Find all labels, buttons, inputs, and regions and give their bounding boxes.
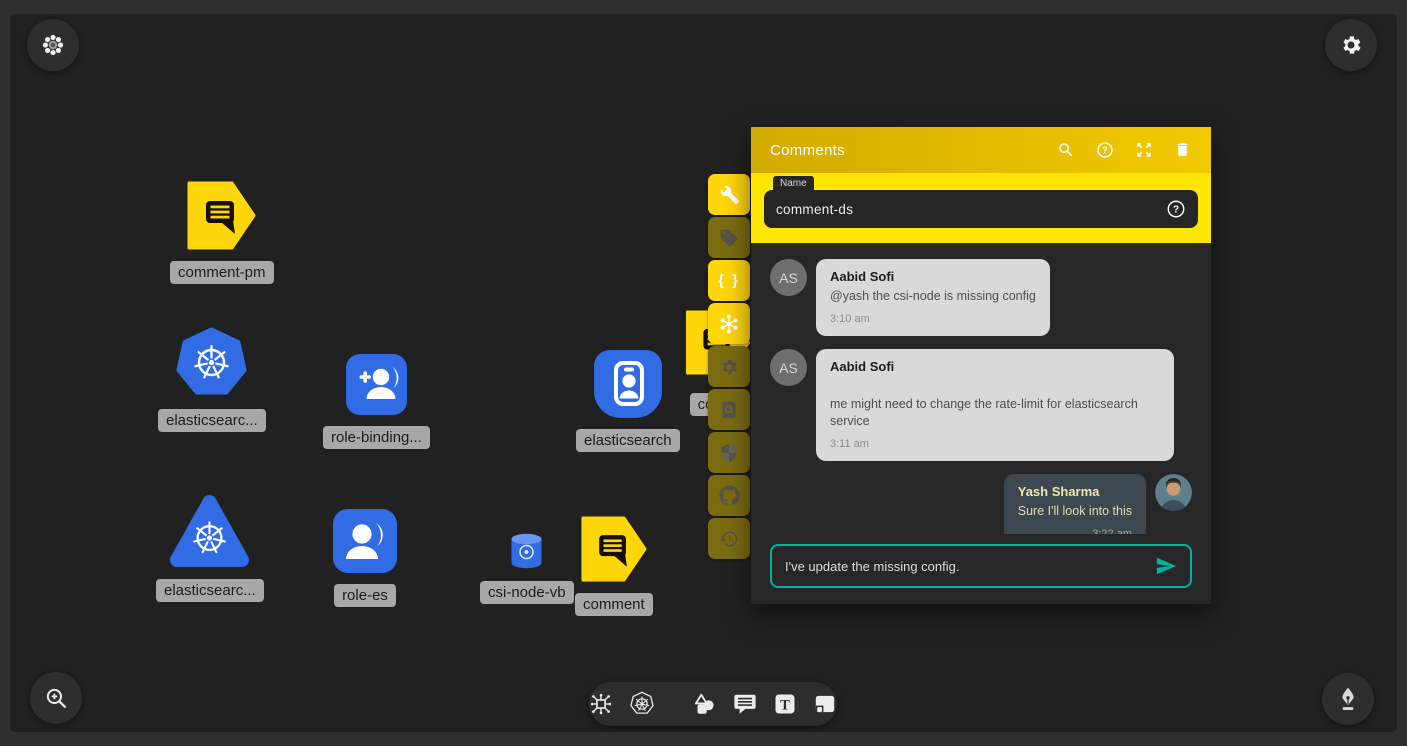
- zoom-in-button[interactable]: [30, 672, 82, 724]
- message-bubble: Aabid Sofi me might need to change the r…: [816, 349, 1174, 461]
- help-icon[interactable]: ?: [1096, 141, 1114, 159]
- shape-palette-toolbar: T: [589, 682, 837, 726]
- node-elasticsearch-pod[interactable]: elasticsearc...: [156, 491, 264, 602]
- name-field-value: comment-ds: [776, 202, 853, 217]
- node-action-toolbar: { }: [708, 174, 750, 559]
- tag-icon: [719, 228, 739, 248]
- field-help-icon[interactable]: ?: [1166, 199, 1186, 219]
- message-row-own: Yash Sharma Sure I'll look into this 3:2…: [770, 474, 1192, 534]
- name-field[interactable]: Name comment-ds ?: [764, 190, 1198, 228]
- user-photo-avatar: [1155, 474, 1192, 511]
- comments-panel: Comments ? Name comment-ds: [751, 127, 1211, 604]
- svg-text:T: T: [780, 698, 790, 714]
- tag-tool-button[interactable]: [708, 217, 750, 258]
- node-role-es[interactable]: role-es: [333, 509, 397, 607]
- image-tool-button[interactable]: [812, 691, 838, 717]
- message-time: 3:22 am: [1018, 526, 1132, 534]
- message-author: Yash Sharma: [1018, 483, 1132, 500]
- node-comment-pm[interactable]: comment-pm: [170, 181, 274, 284]
- pen-tool-button[interactable]: [1322, 673, 1374, 725]
- github-icon: [719, 485, 740, 506]
- comment-input[interactable]: I've update the missing config.: [770, 544, 1192, 588]
- message-bubble: Aabid Sofi @yash the csi-node is missing…: [816, 259, 1050, 336]
- name-field-label: Name: [773, 176, 814, 191]
- message-time: 3:11 am: [830, 436, 1160, 453]
- node-elasticsearch-deployment[interactable]: elasticsearc...: [158, 327, 266, 432]
- node-csi-node-vb[interactable]: csi-node-vb: [480, 533, 574, 604]
- text-tool-button[interactable]: T: [773, 692, 797, 716]
- avatar: AS: [770, 259, 807, 296]
- role-binding-icon: [346, 354, 407, 415]
- settings-button[interactable]: [1325, 19, 1377, 71]
- service-account-icon: [594, 350, 662, 418]
- node-label: elasticsearc...: [158, 409, 266, 432]
- node-label: role-es: [334, 584, 396, 607]
- message-author: Aabid Sofi: [830, 358, 1160, 375]
- fullscreen-icon[interactable]: [1135, 141, 1153, 159]
- design-canvas[interactable]: comment-pm elasticsearc... role-binding.…: [10, 14, 1397, 732]
- json-tool-button[interactable]: { }: [708, 260, 750, 301]
- github-tool-button[interactable]: [708, 475, 750, 516]
- doc-scan-tool-button[interactable]: [708, 389, 750, 430]
- search-icon[interactable]: [1057, 141, 1075, 159]
- meshsync-flower-button[interactable]: [27, 19, 79, 71]
- components-tool-button[interactable]: [588, 691, 614, 717]
- security-tool-button[interactable]: [708, 432, 750, 473]
- kubernetes-triangle-icon: [169, 491, 250, 570]
- message-list: AS Aabid Sofi @yash the csi-node is miss…: [751, 243, 1211, 534]
- delete-icon[interactable]: [1174, 141, 1192, 159]
- comment-input-value: I've update the missing config.: [785, 559, 959, 574]
- name-section: Name comment-ds ?: [751, 173, 1211, 243]
- svg-text:?: ?: [1102, 145, 1108, 155]
- comment-shape-icon: [187, 181, 256, 250]
- pen-nib-icon: [1335, 686, 1361, 712]
- storage-cylinder-icon: [510, 533, 543, 569]
- wrench-icon: [719, 184, 740, 205]
- panel-title: Comments: [770, 142, 845, 159]
- message-bubble: Yash Sharma Sure I'll look into this 3:2…: [1004, 474, 1146, 534]
- kubernetes-tool-button[interactable]: [629, 691, 655, 717]
- node-label: csi-node-vb: [480, 581, 574, 604]
- node-label: comment: [575, 593, 653, 616]
- shield-icon: [719, 443, 739, 463]
- comments-panel-header[interactable]: Comments ?: [751, 127, 1211, 173]
- node-label: comment-pm: [170, 261, 274, 284]
- node-comment[interactable]: comment: [575, 516, 653, 616]
- history-icon: [719, 529, 739, 549]
- node-label: elasticsearc...: [156, 579, 264, 602]
- comment-shape-icon: [581, 516, 647, 582]
- history-tool-button[interactable]: [708, 518, 750, 559]
- zoom-in-icon: [44, 686, 69, 711]
- comment-tool-button[interactable]: [732, 691, 758, 717]
- braces-icon: { }: [718, 272, 740, 289]
- message-text: me might need to change the rate-limit f…: [830, 396, 1160, 430]
- flower-icon: [40, 32, 66, 58]
- message-author: Aabid Sofi: [830, 268, 1036, 285]
- gear-icon: [1339, 33, 1363, 57]
- role-icon: [333, 509, 397, 573]
- mesh-hub-tool-button[interactable]: [708, 303, 750, 344]
- message-text: @yash the csi-node is missing config: [830, 288, 1036, 305]
- settings-tool-button[interactable]: [708, 346, 750, 387]
- comment-input-row: I've update the missing config.: [751, 534, 1211, 604]
- shapes-tool-button[interactable]: [691, 691, 717, 717]
- message-row: AS Aabid Sofi @yash the csi-node is miss…: [770, 259, 1192, 336]
- node-elasticsearch-serviceaccount[interactable]: elasticsearch: [576, 350, 680, 452]
- avatar: AS: [770, 349, 807, 386]
- doc-search-icon: [719, 400, 739, 420]
- node-label: role-binding...: [323, 426, 430, 449]
- node-role-binding[interactable]: role-binding...: [323, 354, 430, 449]
- svg-text:?: ?: [1173, 205, 1179, 216]
- message-text: Sure I'll look into this: [1018, 503, 1132, 520]
- message-row: AS Aabid Sofi me might need to change th…: [770, 349, 1192, 461]
- kubernetes-heptagon-icon: [176, 327, 247, 398]
- send-icon[interactable]: [1155, 555, 1177, 577]
- message-time: 3:10 am: [830, 311, 1036, 328]
- mesh-hub-icon: [718, 313, 740, 335]
- gear-icon: [719, 357, 739, 377]
- node-label: elasticsearch: [576, 429, 680, 452]
- configure-tool-button[interactable]: [708, 174, 750, 215]
